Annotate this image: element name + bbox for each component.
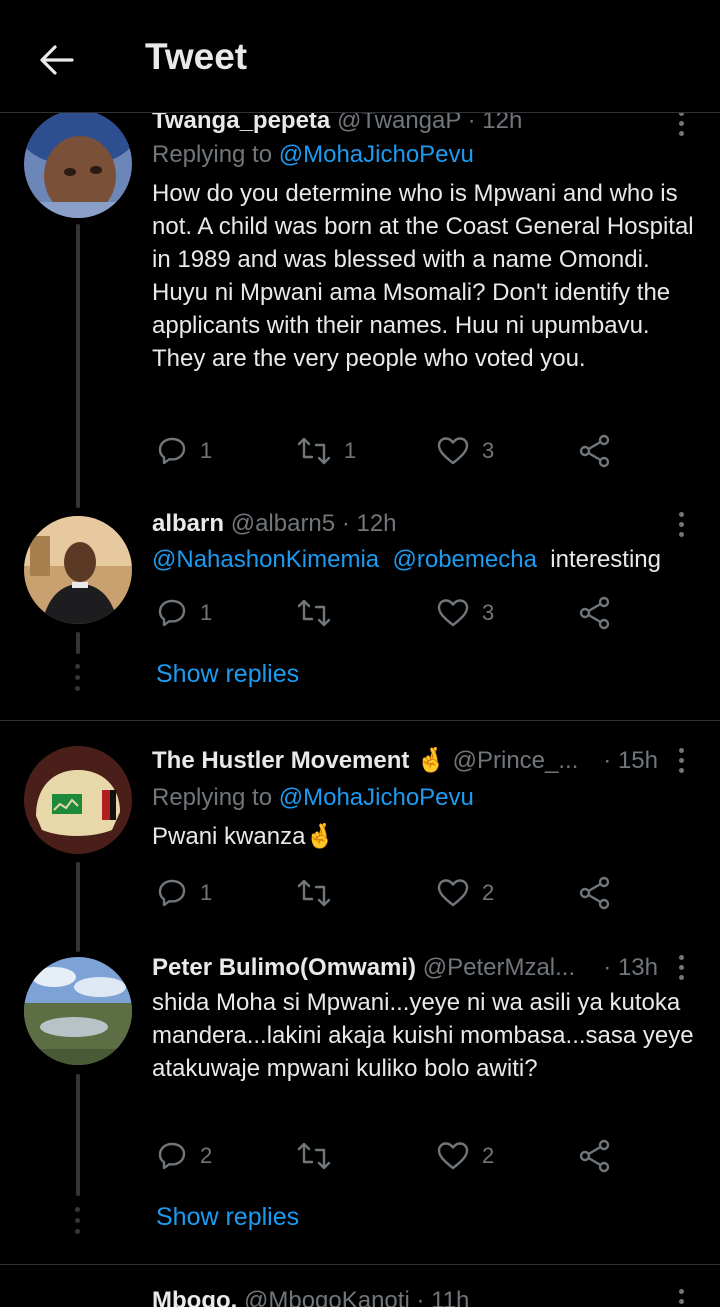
retweet-icon (297, 437, 331, 465)
comment-icon (158, 599, 186, 627)
user-handle[interactable]: @albarn5 (231, 510, 335, 537)
comment-icon (158, 879, 186, 907)
reply-button[interactable]: 1 (156, 873, 212, 913)
display-name[interactable]: albarn (152, 510, 224, 537)
comment-icon (158, 437, 186, 465)
share-icon (579, 434, 610, 468)
retweet-button[interactable] (296, 873, 344, 913)
heart-icon (437, 437, 469, 465)
timestamp[interactable]: · 12h (342, 510, 397, 537)
like-button[interactable]: 3 (436, 431, 494, 471)
share-button[interactable] (578, 1136, 612, 1176)
like-button[interactable]: 2 (436, 1136, 494, 1176)
replying-to-mention[interactable]: @MohaJichoPevu (279, 141, 474, 168)
tweet-text: @NahashonKimemia @robemecha interesting (152, 546, 661, 573)
replying-to-mention[interactable]: @MohaJichoPevu (279, 784, 474, 811)
tweet-text: How do you determine who is Mpwani and w… (152, 180, 694, 372)
user-handle[interactable]: @Prince_... (453, 747, 579, 774)
replying-to: Replying to @MohaJichoPevu (152, 141, 474, 168)
retweet-button[interactable] (296, 593, 344, 633)
tweet-text: Pwani kwanza🤞 (152, 823, 336, 850)
reply-count: 1 (200, 438, 213, 463)
emoji-crossed-fingers: 🤞 (305, 823, 336, 850)
retweet-button[interactable]: 1 (296, 431, 356, 471)
share-icon (579, 876, 610, 910)
reply-button[interactable]: 1 (156, 431, 212, 471)
display-name[interactable]: The Hustler Movement (152, 747, 409, 774)
more-icon[interactable] (666, 743, 696, 777)
heart-icon (437, 879, 469, 907)
more-icon[interactable] (666, 1284, 696, 1307)
user-handle[interactable]: @MbogoKanoti (244, 1287, 410, 1307)
emoji-crossed-fingers: 🤞 (416, 747, 446, 774)
avatar[interactable] (24, 110, 132, 218)
like-count: 2 (482, 880, 495, 905)
timestamp[interactable]: · 13h (603, 951, 658, 985)
reply-count: 1 (200, 600, 213, 625)
like-button[interactable]: 3 (436, 593, 494, 633)
show-replies-link[interactable]: Show replies (156, 660, 299, 689)
share-icon (579, 596, 610, 630)
mention-link[interactable]: @robemecha (392, 546, 536, 573)
display-name[interactable]: Mbogo. (152, 1287, 237, 1307)
heart-icon (437, 599, 469, 627)
timestamp[interactable]: · 15h (603, 744, 658, 778)
display-name[interactable]: Peter Bulimo(Omwami) (152, 954, 416, 981)
divider (0, 720, 720, 721)
like-count: 3 (482, 438, 495, 463)
thread-line (76, 224, 80, 508)
reply-count: 1 (200, 880, 213, 905)
show-replies-link[interactable]: Show replies (156, 1203, 299, 1232)
replying-to: Replying to @MohaJichoPevu (152, 784, 474, 811)
share-button[interactable] (578, 431, 612, 471)
thread-dots (75, 1207, 81, 1234)
thread-line (76, 632, 80, 654)
timestamp[interactable]: · 11h (416, 1287, 469, 1307)
more-icon[interactable] (666, 507, 696, 541)
arrow-left-icon (40, 45, 74, 75)
more-icon[interactable] (666, 950, 696, 984)
divider (0, 1264, 720, 1265)
retweet-icon (297, 1142, 331, 1170)
thread-dots (75, 664, 81, 691)
thread-line (76, 1074, 80, 1196)
comment-icon (158, 1142, 186, 1170)
thread-line (76, 862, 80, 952)
back-button[interactable] (34, 38, 78, 82)
retweet-icon (297, 879, 331, 907)
tweet-actions: 1 2 (152, 873, 622, 913)
retweet-button[interactable] (296, 1136, 344, 1176)
mention-link[interactable]: @NahashonKimemia (152, 546, 379, 573)
reply-button[interactable]: 1 (156, 593, 212, 633)
share-button[interactable] (578, 873, 612, 913)
retweet-icon (297, 599, 331, 627)
page-title: Tweet (145, 36, 248, 77)
avatar[interactable] (24, 746, 132, 854)
share-icon (579, 1139, 610, 1173)
avatar[interactable] (24, 957, 132, 1065)
tweet-actions: 1 3 (152, 593, 622, 633)
like-count: 2 (482, 1143, 495, 1168)
top-app-bar: Tweet (0, 0, 720, 113)
reply-button[interactable]: 2 (156, 1136, 212, 1176)
tweet-actions: 2 2 (152, 1136, 622, 1176)
conversation-feed: Twanga_pepeta @TwangaP · 12h Replying to… (0, 0, 720, 1307)
tweet-text: shida Moha si Mpwani...yeye ni wa asili … (152, 989, 694, 1082)
avatar[interactable] (24, 516, 132, 624)
user-handle[interactable]: @PeterMzal... (423, 954, 575, 981)
retweet-count: 1 (344, 438, 357, 463)
heart-icon (437, 1142, 469, 1170)
like-count: 3 (482, 600, 495, 625)
share-button[interactable] (578, 593, 612, 633)
tweet-actions: 1 1 3 (152, 431, 622, 471)
like-button[interactable]: 2 (436, 873, 494, 913)
reply-count: 2 (200, 1143, 213, 1168)
